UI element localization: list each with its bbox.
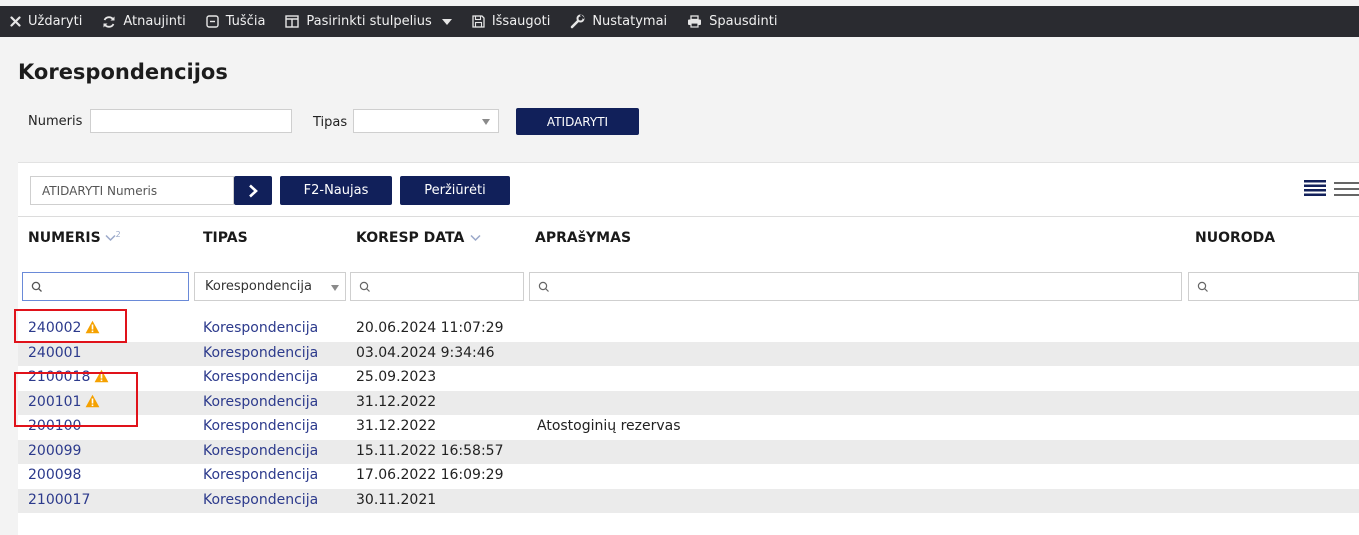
save-icon: [472, 15, 485, 28]
koresp-data-cell: 25.09.2023: [356, 369, 437, 385]
refresh-button[interactable]: Atnaujinti: [102, 14, 186, 29]
close-icon: [10, 16, 21, 27]
table-row[interactable]: 240001 Korespondencija 03.04.2024 9:34:46: [18, 341, 1359, 366]
table-row[interactable]: 240002 Korespondencija 20.06.2024 11:07:29: [18, 317, 1359, 341]
chevron-down-icon: [331, 285, 339, 291]
koresp-data-cell: 20.06.2024 11:07:29: [356, 320, 504, 336]
empty-label: Tuščia: [225, 14, 266, 29]
print-label: Spausdinti: [709, 14, 778, 29]
table-row[interactable]: 200101 Korespondencija 31.12.2022: [18, 390, 1359, 415]
numeris-cell: 200098: [28, 467, 81, 483]
numeris-label: Numeris: [28, 114, 83, 129]
numeris-link[interactable]: 200098: [28, 467, 81, 483]
tipas-link[interactable]: Korespondencija: [203, 394, 318, 410]
search-icon: [31, 281, 42, 292]
numeris-link[interactable]: 2100017: [28, 492, 90, 508]
numeris-cell: 2100017: [28, 492, 90, 508]
refresh-label: Atnaujinti: [123, 14, 186, 29]
table-row[interactable]: 2100018 Korespondencija 25.09.2023: [18, 366, 1359, 390]
nuoroda-filter-input[interactable]: [1188, 272, 1359, 301]
header-divider: [18, 216, 1359, 217]
settings-label: Nustatymai: [592, 14, 668, 29]
aprasymas-filter-input[interactable]: [529, 272, 1182, 301]
column-header-tipas[interactable]: TIPAS: [203, 230, 248, 246]
quick-open-go-button[interactable]: [234, 176, 272, 205]
select-columns-label: Pasirinkti stulpelius: [306, 14, 432, 29]
tipas-link[interactable]: Korespondencija: [203, 443, 318, 459]
columns-icon: [285, 15, 300, 28]
chevron-right-icon: [249, 184, 258, 197]
koresp-data-cell: 03.04.2024 9:34:46: [356, 344, 495, 361]
save-button[interactable]: Išsaugoti: [472, 14, 551, 29]
page-title: Korespondencijos: [18, 60, 228, 84]
empty-icon: [206, 15, 219, 28]
search-icon: [359, 281, 370, 292]
numeris-link[interactable]: 200099: [28, 443, 81, 459]
koresp-data-cell: 15.11.2022 16:58:57: [356, 442, 504, 459]
refresh-icon: [103, 15, 115, 28]
koresp-data-cell: 17.06.2022 16:09:29: [356, 467, 504, 483]
numeris-input[interactable]: [90, 109, 292, 133]
wrench-icon: [571, 14, 585, 29]
empty-button[interactable]: Tuščia: [206, 14, 266, 29]
open-button[interactable]: ATIDARYTI: [516, 108, 639, 135]
select-columns-button[interactable]: Pasirinkti stulpelius: [285, 14, 452, 29]
search-icon: [1197, 281, 1208, 292]
numeris-filter-input[interactable]: [22, 272, 189, 301]
dropdown-caret-icon[interactable]: [441, 18, 452, 26]
column-header-aprasymas[interactable]: APRAšYMAS: [535, 230, 631, 246]
table-row[interactable]: 200100 Korespondencija 31.12.2022 Atostogin…: [18, 415, 1359, 439]
column-header-nuoroda[interactable]: NUORODA: [1195, 230, 1275, 246]
column-header-numeris[interactable]: NUMERIS 2: [28, 229, 121, 247]
tipas-link[interactable]: Korespondencija: [203, 467, 318, 483]
sort-chevron-icon: [470, 234, 481, 242]
print-button[interactable]: Spausdinti: [687, 14, 777, 29]
list-view-normal-icon[interactable]: [1333, 181, 1359, 199]
tipas-link[interactable]: Korespondencija: [203, 345, 318, 361]
search-icon: [538, 281, 549, 292]
koresp-data-cell: 31.12.2022: [356, 418, 437, 434]
highlight-box-1: [14, 309, 127, 343]
tipas-select[interactable]: [353, 109, 499, 133]
close-button[interactable]: Uždaryti: [10, 14, 82, 29]
print-icon: [688, 15, 702, 28]
settings-button[interactable]: Nustatymai: [570, 14, 667, 29]
numeris-link[interactable]: 240001: [28, 345, 81, 361]
new-button[interactable]: F2-Naujas: [280, 176, 392, 205]
sort-order-badge: 2: [115, 229, 121, 239]
aprasymas-cell: Atostoginių rezervas: [537, 418, 681, 434]
column-header-koresp-data[interactable]: KORESP DATA: [356, 230, 481, 246]
chevron-down-icon: [482, 119, 490, 125]
tipas-link[interactable]: Korespondencija: [203, 492, 318, 508]
numeris-cell: 200099: [28, 443, 81, 459]
tipas-filter-select[interactable]: Korespondencija: [194, 272, 346, 301]
table-row[interactable]: 200098 Korespondencija 17.06.2022 16:09:29: [18, 464, 1359, 488]
koresp-data-filter-input[interactable]: [350, 272, 524, 301]
sort-chevron-icon: [105, 234, 116, 242]
highlight-box-2: [14, 372, 138, 427]
list-view-dense-icon[interactable]: [1303, 179, 1327, 199]
koresp-data-cell: 31.12.2022: [356, 393, 437, 410]
table-row[interactable]: 200099 Korespondencija 15.11.2022 16:58:57: [18, 439, 1359, 464]
numeris-cell: 240001: [28, 345, 81, 361]
tipas-label: Tipas: [313, 115, 348, 130]
tipas-link[interactable]: Korespondencija: [203, 418, 318, 434]
view-button[interactable]: Peržiūrėti: [400, 176, 510, 205]
koresp-data-cell: 30.11.2021: [356, 491, 437, 508]
table-row[interactable]: 2100017 Korespondencija 30.11.2021: [18, 488, 1359, 513]
quick-open-input[interactable]: ATIDARYTI Numeris: [30, 176, 234, 205]
tipas-link[interactable]: Korespondencija: [203, 320, 318, 336]
save-label: Išsaugoti: [491, 14, 551, 29]
close-label: Uždaryti: [28, 14, 83, 29]
tipas-link[interactable]: Korespondencija: [203, 369, 318, 385]
toolbar: Uždaryti Atnaujinti Tuščia Pasirinkti st…: [0, 6, 1359, 37]
